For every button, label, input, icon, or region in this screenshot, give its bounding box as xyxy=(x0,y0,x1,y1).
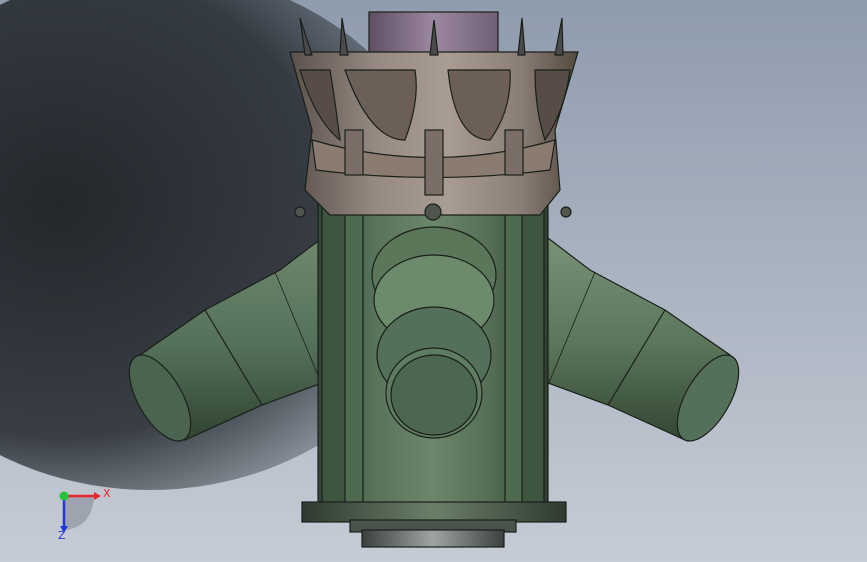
x-axis-arrowhead xyxy=(94,492,101,500)
z-axis-label: Z xyxy=(58,529,66,542)
y-axis-origin-dot xyxy=(59,491,69,501)
axis-triad xyxy=(59,491,101,533)
x-axis-label: X xyxy=(103,487,111,500)
cad-viewport[interactable]: X Z xyxy=(0,0,867,562)
triad-shadow xyxy=(64,496,94,530)
